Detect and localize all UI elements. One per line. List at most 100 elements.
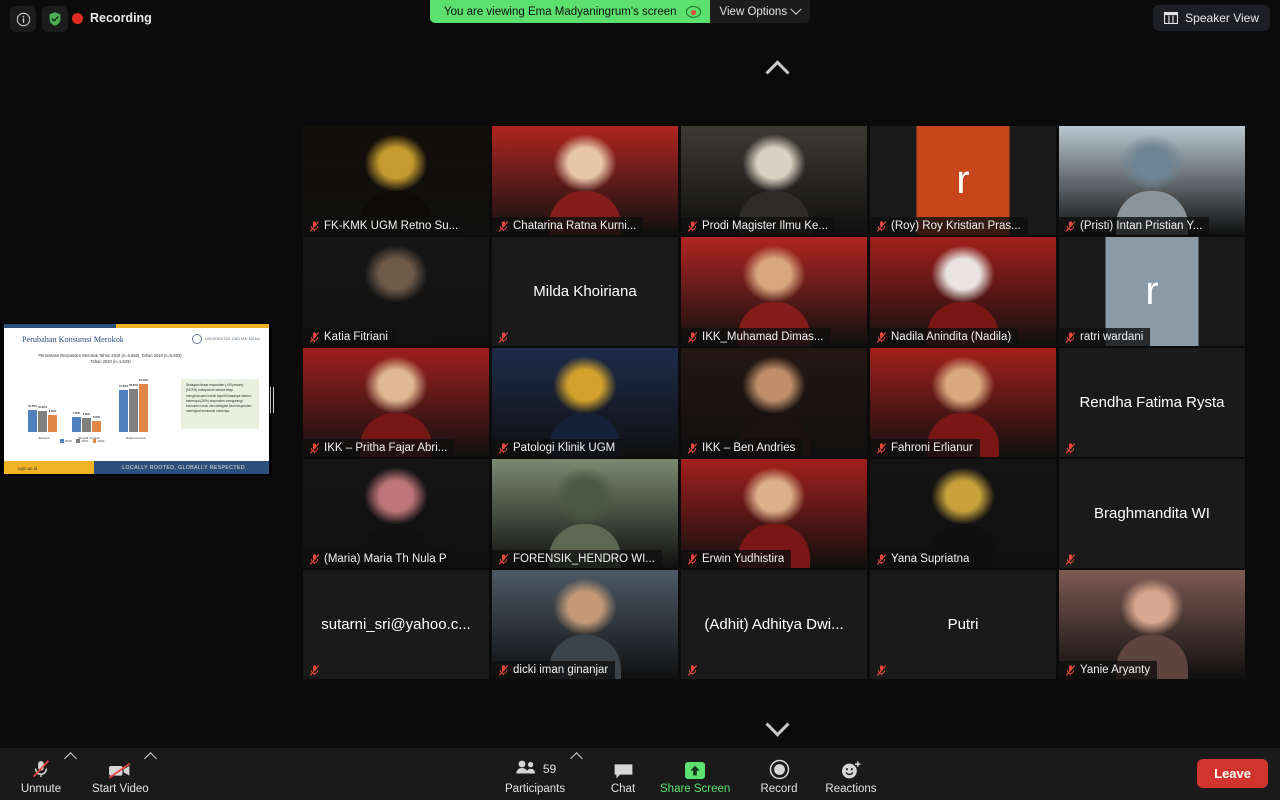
participant-display-name: Katia Fitriani [324,331,388,343]
participant-tile[interactable]: FK-KMK UGM Retno Su... [303,126,489,235]
participant-tile[interactable]: dicki iman ginanjar [492,570,678,679]
participant-display-name: (Roy) Roy Kristian Pras... [891,220,1021,232]
meeting-toolbar: Unmute Start Video 59 Participants Chat … [0,748,1280,800]
share-screen-up-arrow-icon [682,758,708,780]
mic-muted-icon [309,553,320,566]
participant-tile[interactable]: Patologi Klinik UGM [492,348,678,457]
mic-muted-icon [1065,331,1076,344]
mic-muted-icon [876,220,887,233]
participant-tile[interactable]: (Pristi) Intan Pristian Y... [1059,126,1245,235]
participant-tile[interactable]: r (Roy) Roy Kristian Pras... [870,126,1056,235]
slide-bar-chart: 10.50% 10.22% 8.20% Berhenti 7.50% 6.90%… [28,379,148,443]
recording-dot-icon [72,12,83,24]
participant-tile[interactable]: r ratri wardani [1059,237,1245,346]
participant-display-name: (Pristi) Intan Pristian Y... [1080,220,1203,232]
participant-nameplate: Yana Supriatna [870,550,977,568]
participant-display-name: FK-KMK UGM Retno Su... [324,220,459,232]
mic-muted-icon [309,442,320,455]
participant-tile[interactable]: IKK – Pritha Fajar Abri... [303,348,489,457]
participant-nameplate: (Roy) Roy Kristian Pras... [870,217,1028,235]
participant-nameplate: FK-KMK UGM Retno Su... [303,217,466,235]
chat-button[interactable]: Chat [596,758,650,795]
participant-display-name: sutarni_sri@yahoo.c... [321,615,471,633]
screen-share-notice: You are viewing Ema Madyaningrum's scree… [430,0,710,23]
slide-footer-tagline: LOCALLY ROOTED, GLOBALLY RESPECTED [122,464,245,471]
shared-screen-region[interactable]: Perubahan Konsumsi Merokok UNIVERSITAS G… [0,323,272,476]
participant-nameplate: FORENSIK_HENDRO WI... [492,550,662,568]
resize-handle[interactable] [268,386,276,414]
participant-nameplate: Chatarina Ratna Kurni... [492,217,644,235]
share-screen-label: Share Screen [660,783,731,795]
participant-gallery: FK-KMK UGM Retno Su... Chatarina Ratna Ku… [303,126,1245,679]
participants-caret-icon[interactable] [570,752,583,765]
slide-title: Perubahan Konsumsi Merokok [22,335,124,344]
start-video-button[interactable]: Start Video [92,758,149,795]
mic-muted-icon [498,553,509,566]
institution-name: UNIVERSITAS GADJAH MADA [204,337,260,341]
chevron-down-icon [790,3,802,15]
info-icon[interactable] [10,6,36,32]
participant-tile[interactable]: Braghmandita WI [1059,459,1245,568]
participant-nameplate: (Pristi) Intan Pristian Y... [1059,217,1210,235]
participant-nameplate: Patologi Klinik UGM [492,439,623,457]
participant-display-name: Yanie Aryanty [1080,664,1151,676]
participant-tile[interactable]: Yana Supriatna [870,459,1056,568]
encryption-shield-icon[interactable] [42,6,68,32]
participant-tile[interactable]: Milda Khoiriana [492,237,678,346]
participant-display-name: Erwin Yudhistira [702,553,785,565]
mic-muted-icon [876,664,887,677]
mic-muted-icon [309,331,320,344]
participants-button[interactable]: 59 Participants [505,758,565,795]
participant-display-name: (Maria) Maria Th Nula P [324,553,447,565]
share-screen-button[interactable]: Share Screen [660,758,730,795]
screen-share-banner: You are viewing Ema Madyaningrum's scree… [430,0,811,23]
participant-tile[interactable]: IKK – Ben Andries [681,348,867,457]
reactions-button[interactable]: Reactions [824,758,878,795]
participant-nameplate: IKK – Pritha Fajar Abri... [303,439,455,457]
participant-display-name: Milda Khoiriana [533,282,637,300]
participant-nameplate: Erwin Yudhistira [681,550,792,568]
participant-tile[interactable]: Erwin Yudhistira [681,459,867,568]
slide-subtitle: Persentase Responden Merokok Tahun 2018 … [38,353,183,365]
participant-display-name: Putri [947,615,979,633]
record-button[interactable]: Record [752,758,806,795]
speaker-view-button[interactable]: Speaker View [1153,5,1270,31]
participant-tile[interactable]: Nadila Anindita (Nadila) [870,237,1056,346]
view-options-button[interactable]: View Options [710,0,811,23]
participant-tile[interactable]: Chatarina Ratna Kurni... [492,126,678,235]
participant-tile[interactable]: (Maria) Maria Th Nula P [303,459,489,568]
gallery-scroll-down-button[interactable] [762,712,792,737]
mic-muted-icon [498,220,509,233]
participant-tile[interactable]: Yanie Aryanty [1059,570,1245,679]
leave-button[interactable]: Leave [1197,759,1268,788]
slide-top-band [4,324,269,328]
chevron-down-icon [764,712,790,737]
participant-tile[interactable]: Katia Fitriani [303,237,489,346]
participant-tile[interactable]: (Adhit) Adhitya Dwi... [681,570,867,679]
mic-muted-icon [687,331,698,344]
participant-nameplate: Katia Fitriani [303,328,395,346]
participant-nameplate [492,328,516,346]
participant-tile[interactable]: FORENSIK_HENDRO WI... [492,459,678,568]
ugm-logo: UNIVERSITAS GADJAH MADA [191,334,260,344]
participant-tile[interactable]: Fahroni Erlianur [870,348,1056,457]
participant-tile[interactable]: IKK_Muhamad Dimas... [681,237,867,346]
participant-tile[interactable]: Putri [870,570,1056,679]
participant-tile[interactable]: sutarni_sri@yahoo.c... [303,570,489,679]
gallery-scroll-up-button[interactable] [762,59,792,84]
participant-display-name: IKK_Muhamad Dimas... [702,331,824,343]
mic-muted-icon [1065,220,1076,233]
zoom-meeting-window: Recording You are viewing Ema Madyaningr… [0,0,1280,800]
participant-display-name: Nadila Anindita (Nadila) [891,331,1012,343]
participant-tile[interactable]: Rendha Fatima Rysta [1059,348,1245,457]
mic-muted-icon [687,220,698,233]
participant-nameplate: (Maria) Maria Th Nula P [303,550,454,568]
screen-share-text: You are viewing Ema Madyaningrum's scree… [444,5,677,18]
participant-tile[interactable]: Prodi Magister Ilmu Ke... [681,126,867,235]
unmute-button[interactable]: Unmute [14,758,68,795]
unmute-label: Unmute [20,783,62,795]
mic-muted-icon [876,331,887,344]
top-bar: Recording You are viewing Ema Madyaningr… [0,0,1280,36]
mic-muted-icon [1065,664,1076,677]
record-circle-icon [769,758,790,780]
